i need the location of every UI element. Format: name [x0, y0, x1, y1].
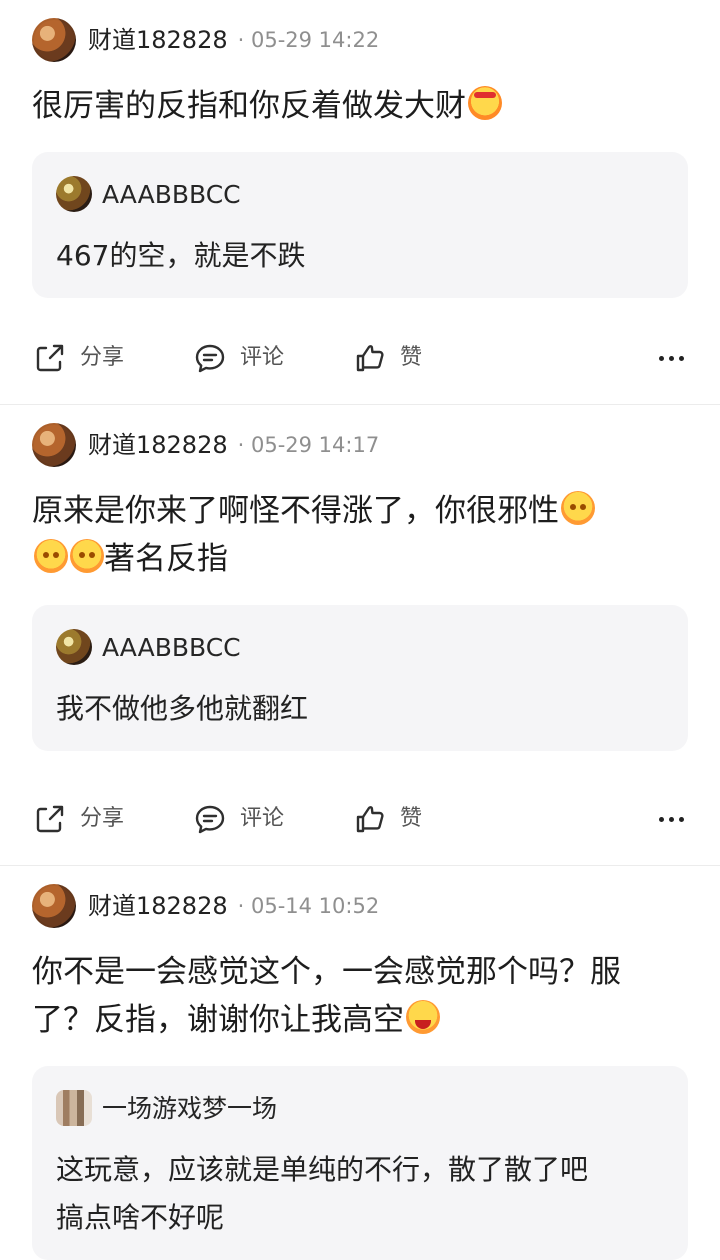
angry-face-emoji-icon [468, 86, 502, 120]
share-button[interactable]: 分享 [32, 791, 192, 847]
quoted-text: 467的空，就是不跌 [56, 239, 306, 272]
quoted-reply[interactable]: 一场游戏梦一场 这玩意，应该就是单纯的不行，散了散了吧 搞点啥不好呢 [32, 1066, 688, 1260]
post-text-line: 你不是一会感觉这个，一会感觉那个吗？服 [32, 954, 621, 990]
thumb-up-icon [356, 806, 384, 833]
post-text: 原来是你来了啊怪不得涨了，你很邪性 著名反指 [32, 487, 688, 583]
share-button[interactable]: 分享 [32, 330, 192, 386]
thumb-up-icon [356, 345, 384, 372]
post-text: 你不是一会感觉这个，一会感觉那个吗？服 了？反指，谢谢你让我高空 [32, 948, 688, 1044]
comment-button[interactable]: 评论 [192, 791, 352, 847]
comment-button[interactable]: 评论 [192, 330, 352, 386]
smile-face-emoji-icon [34, 539, 68, 573]
post-actions: 分享 评论 赞 [32, 791, 688, 847]
quoted-user: AAABBBCC [56, 627, 664, 667]
post-text: 很厉害的反指和你反着做发大财 [32, 82, 688, 130]
share-icon [36, 344, 64, 372]
post-text-line: 原来是你来了啊怪不得涨了，你很邪性 [32, 487, 688, 535]
like-button[interactable]: 赞 [352, 330, 502, 386]
avatar[interactable] [32, 884, 76, 928]
quoted-username: 一场游戏梦一场 [102, 1093, 278, 1123]
post-text-line: 著名反指 [32, 535, 688, 583]
more-button[interactable] [654, 341, 688, 375]
quoted-reply[interactable]: AAABBBCC 467的空，就是不跌 [32, 152, 688, 298]
share-label: 分享 [80, 345, 125, 370]
comment-icon [195, 805, 225, 834]
post-item: 财道182828 · 05-29 14:22 很厉害的反指和你反着做发大财 AA… [0, 0, 720, 404]
avatar [56, 629, 92, 665]
share-icon [36, 805, 64, 833]
avatar[interactable] [32, 423, 76, 467]
quoted-username: AAABBBCC [102, 179, 241, 209]
comment-icon [195, 344, 225, 373]
post-header: 财道182828 · 05-29 14:17 [32, 405, 688, 485]
quoted-reply[interactable]: AAABBBCC 我不做他多他就翻红 [32, 605, 688, 751]
post-header: 财道182828 · 05-29 14:22 [32, 0, 688, 80]
post-timestamp: · 05-14 10:52 [237, 893, 380, 918]
comment-label: 评论 [240, 345, 285, 370]
quoted-text: 这玩意，应该就是单纯的不行，散了散了吧 搞点啥不好呢 [56, 1146, 664, 1242]
more-dots-icon [668, 355, 674, 361]
post-actions: 分享 评论 赞 [32, 330, 688, 386]
comment-label: 评论 [240, 806, 285, 831]
quoted-username: AAABBBCC [102, 632, 241, 662]
share-label: 分享 [80, 806, 125, 831]
post-username[interactable]: 财道182828 [88, 433, 228, 457]
smile-face-emoji-icon [70, 539, 104, 573]
quoted-text: 我不做他多他就翻红 [56, 692, 309, 725]
like-button[interactable]: 赞 [352, 791, 502, 847]
avatar[interactable] [32, 18, 76, 62]
more-dots-icon [678, 355, 684, 361]
post-username[interactable]: 财道182828 [88, 894, 228, 918]
joy-face-emoji-icon [406, 1000, 440, 1034]
post-item: 财道182828 · 05-29 14:17 原来是你来了啊怪不得涨了，你很邪性… [0, 405, 720, 865]
post-text-line: 了？反指，谢谢你让我高空 [32, 996, 688, 1044]
post-username[interactable]: 财道182828 [88, 28, 228, 52]
more-button[interactable] [654, 802, 688, 836]
quoted-text-line: 这玩意，应该就是单纯的不行，散了散了吧 [56, 1153, 589, 1186]
more-dots-icon [658, 816, 664, 822]
like-label: 赞 [400, 806, 423, 831]
quoted-user: AAABBBCC [56, 174, 664, 214]
smile-face-emoji-icon [561, 491, 595, 525]
post-header: 财道182828 · 05-14 10:52 [32, 866, 688, 946]
more-dots-icon [658, 355, 664, 361]
more-dots-icon [668, 816, 674, 822]
quoted-user: 一场游戏梦一场 [56, 1088, 664, 1128]
avatar [56, 1090, 92, 1126]
quoted-text-line: 搞点啥不好呢 [56, 1201, 225, 1234]
post-timestamp: · 05-29 14:17 [237, 432, 380, 457]
post-item: 财道182828 · 05-14 10:52 你不是一会感觉这个，一会感觉那个吗… [0, 866, 720, 1260]
post-timestamp: · 05-29 14:22 [237, 27, 380, 52]
avatar [56, 176, 92, 212]
post-text-line: 很厉害的反指和你反着做发大财 [32, 88, 466, 124]
like-label: 赞 [400, 345, 423, 370]
more-dots-icon [678, 816, 684, 822]
